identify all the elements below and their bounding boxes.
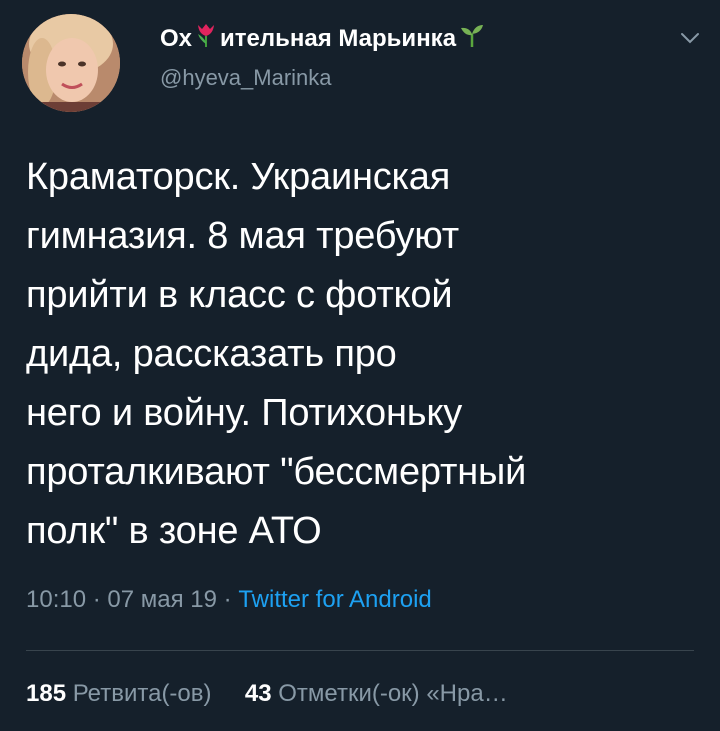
- tweet-meta: 10:10 · 07 мая 19 · Twitter for Android: [26, 586, 432, 614]
- author-names: Ох ительная Марьинка @hyeva_Marinka: [160, 22, 485, 91]
- avatar[interactable]: [22, 14, 120, 112]
- chevron-down-icon[interactable]: [678, 28, 702, 48]
- author-handle[interactable]: @hyeva_Marinka: [160, 65, 485, 91]
- tweet-source-link[interactable]: Twitter for Android: [238, 586, 431, 613]
- meta-separator: ·: [223, 586, 232, 613]
- display-name[interactable]: Ох ительная Марьинка: [160, 22, 485, 55]
- display-name-part1: Ох: [160, 24, 193, 52]
- retweets-count: 185: [26, 680, 67, 707]
- tweet-header: Ох ительная Марьинка @hyeva_Marinka: [22, 14, 702, 114]
- likes-count: 43: [244, 680, 272, 707]
- divider: [26, 650, 694, 651]
- display-name-part2: ительная Марьинка: [220, 24, 457, 52]
- seedling-icon: [459, 22, 485, 55]
- meta-separator: ·: [92, 586, 101, 613]
- tweet-time[interactable]: 10:10: [26, 586, 86, 613]
- tweet-text: Краматорск. Украинская гимназия. 8 мая т…: [26, 156, 527, 552]
- tulip-icon: [195, 22, 217, 55]
- likes-label: Отметки(-ок) «Нра…: [278, 680, 508, 707]
- tweet-stats: 185 Ретвита(-ов) 43 Отметки(-ок) «Нра…: [26, 680, 508, 708]
- retweets-label: Ретвита(-ов): [72, 680, 212, 707]
- retweets-stat[interactable]: 185 Ретвита(-ов): [26, 680, 218, 707]
- likes-stat[interactable]: 43 Отметки(-ок) «Нра…: [245, 680, 508, 707]
- tweet-date[interactable]: 07 мая 19: [107, 586, 217, 613]
